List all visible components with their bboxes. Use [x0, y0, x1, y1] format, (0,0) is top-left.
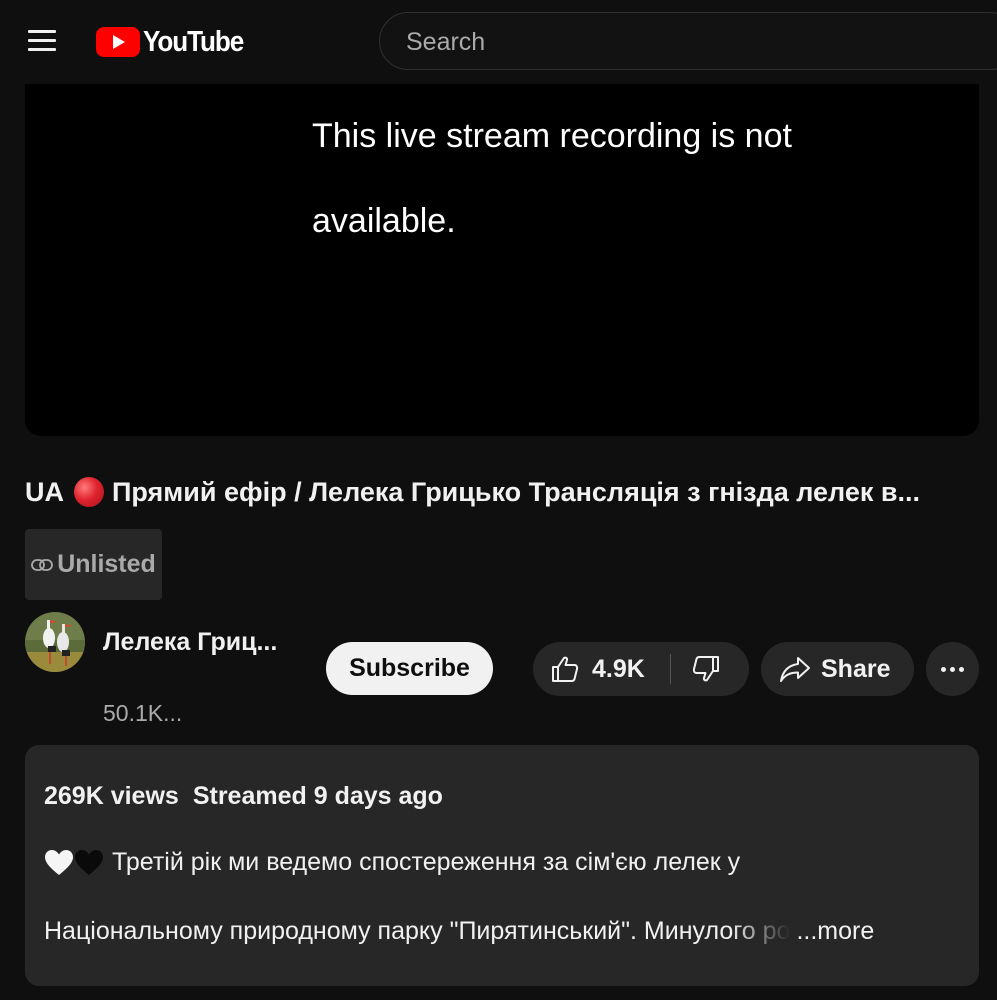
youtube-logo-icon — [96, 27, 140, 57]
title-prefix: UA — [25, 476, 64, 507]
top-bar: YouTube — [0, 0, 997, 84]
share-icon — [780, 657, 810, 682]
white-heart-icon — [45, 849, 73, 875]
video-title: UA Прямий ефір / Лелека Грицько Трансляц… — [25, 472, 979, 512]
like-count: 4.9K — [592, 654, 645, 683]
dislike-button[interactable] — [691, 654, 721, 684]
hearts — [44, 849, 104, 877]
like-divider — [670, 654, 671, 684]
search-input[interactable] — [404, 13, 968, 71]
more-icon — [941, 666, 946, 672]
live-dot-icon — [74, 477, 104, 507]
description-text: Третій рік ми ведемо спостереження за сі… — [112, 848, 741, 876]
subscribe-button[interactable]: Subscribe — [326, 642, 493, 695]
logo-text: YouTube — [143, 25, 244, 58]
title-text: Прямий ефір / Лелека Грицько Трансляція … — [112, 476, 920, 507]
share-label: Share — [821, 654, 891, 683]
share-button[interactable]: Share — [761, 642, 914, 696]
youtube-logo[interactable]: YouTube — [96, 26, 254, 58]
like-icon — [552, 656, 579, 682]
description-box[interactable]: 269K views Streamed 9 days ago Третій рік… — [25, 745, 979, 986]
more-actions-button[interactable] — [926, 642, 979, 696]
unlisted-badge: Unlisted — [25, 529, 162, 600]
player-error-message: This live stream recording is not availa… — [312, 94, 912, 264]
watch-page: YouTube This live stream recording is no… — [0, 0, 997, 1000]
view-count: 269K views — [44, 782, 179, 810]
link-icon — [31, 558, 54, 571]
description-line: Національному природному парку "Пирятинс… — [44, 917, 964, 946]
description-text: Національному природному парку "Пирятинс… — [44, 917, 791, 945]
dislike-icon — [692, 656, 719, 682]
player-message-line: available. — [312, 202, 456, 240]
like-dislike-group: 4.9K — [533, 642, 749, 696]
description-meta: 269K views Streamed 9 days ago — [44, 782, 443, 811]
player-message-line: This live stream recording is not — [312, 117, 792, 155]
channel-name[interactable]: Лелека Гриц... — [103, 628, 277, 657]
subscriber-count: 50.1K... — [103, 700, 183, 726]
search-box[interactable] — [379, 12, 997, 71]
avatar-image — [25, 612, 85, 672]
menu-icon[interactable] — [28, 28, 58, 54]
video-player[interactable]: This live stream recording is not availa… — [25, 84, 979, 436]
more-link[interactable]: ...more — [796, 917, 874, 945]
channel-avatar[interactable] — [25, 612, 85, 672]
like-button[interactable]: 4.9K — [533, 642, 645, 696]
badge-label: Unlisted — [57, 550, 156, 578]
description-line: Третій рік ми ведемо спостереження за сі… — [44, 848, 740, 877]
stream-date: Streamed 9 days ago — [192, 782, 443, 810]
black-heart-icon — [75, 849, 103, 875]
